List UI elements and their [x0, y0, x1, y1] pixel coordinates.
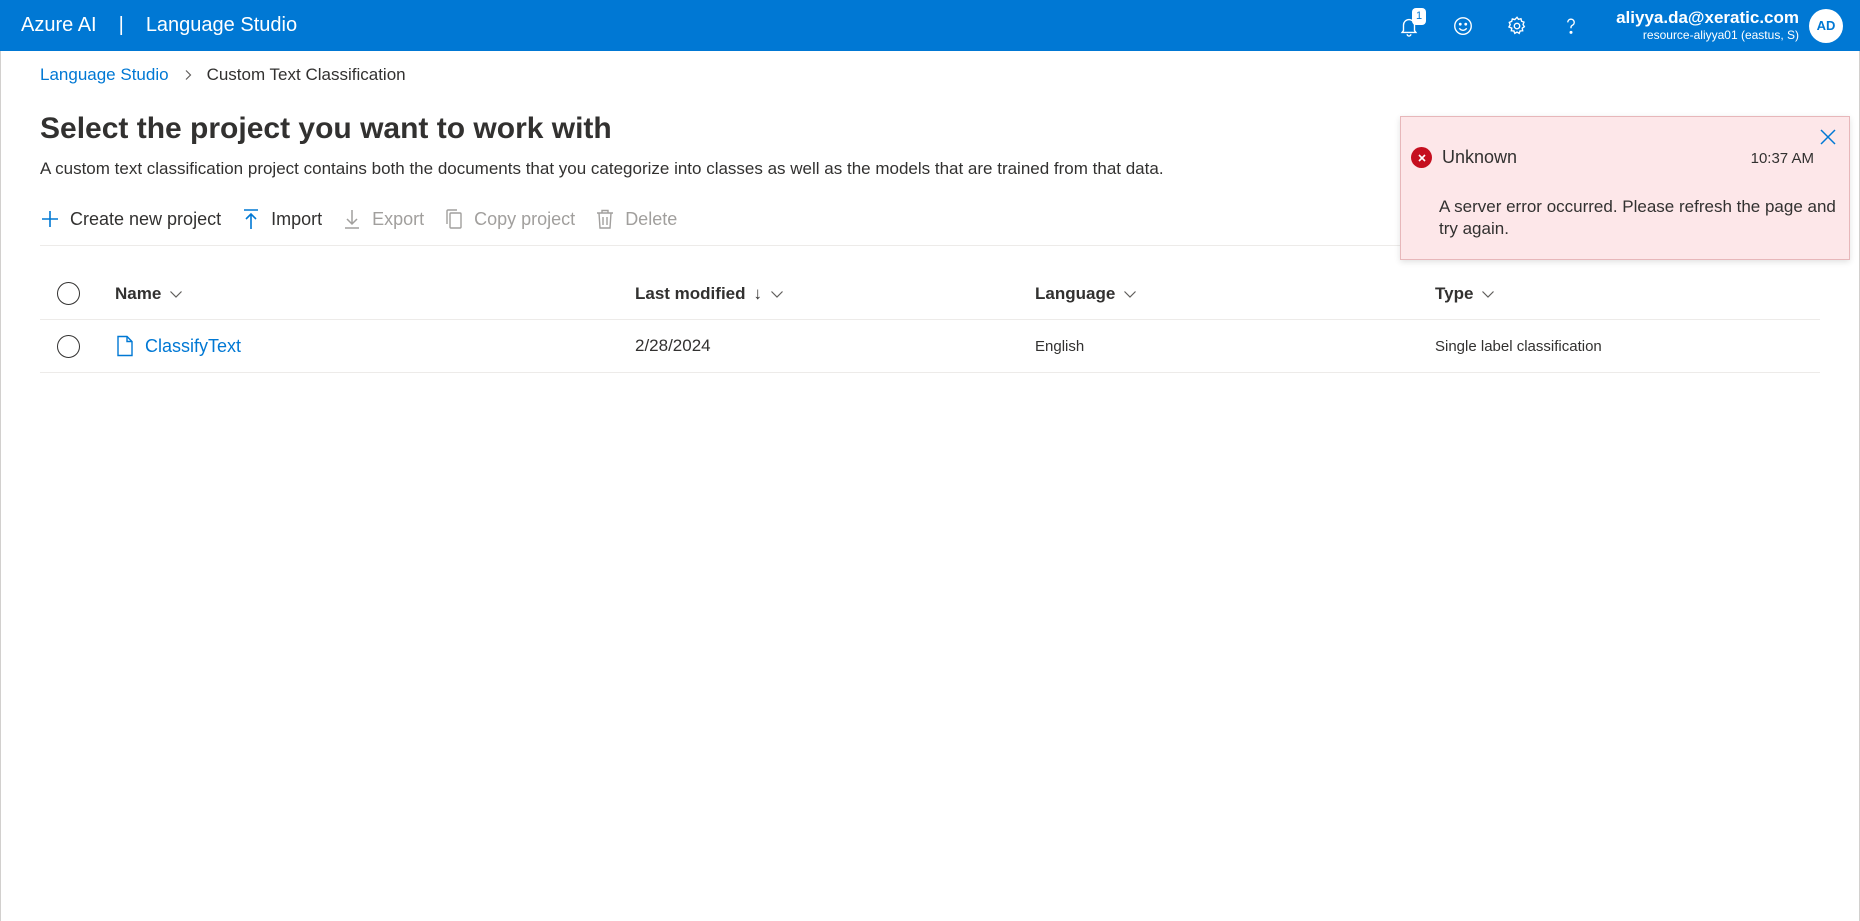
trash-icon [597, 209, 614, 229]
app-name[interactable]: Language Studio [146, 14, 297, 37]
chevron-right-icon [185, 70, 191, 80]
row-last-modified-cell: 2/28/2024 [635, 336, 711, 356]
chevron-down-icon [1124, 290, 1137, 298]
delete-button[interactable]: Delete [595, 202, 677, 236]
account-resource: resource-aliyya01 (eastus, S) [1642, 28, 1799, 42]
column-header-type[interactable]: Type [1435, 284, 1495, 304]
import-label: Import [271, 208, 323, 229]
brand-azure-ai[interactable]: Azure AI [21, 14, 97, 37]
copy-project-label: Copy project [474, 208, 576, 229]
select-all-radio[interactable] [57, 282, 80, 305]
row-last-modified: 2/28/2024 [635, 336, 711, 355]
toast-message: A server error occurred. Please refresh … [1439, 197, 1836, 238]
feedback-button[interactable] [1436, 0, 1490, 51]
toast-title: Unknown [1442, 147, 1518, 167]
account-info[interactable]: aliyya.da@xeratic.com resource-aliyya01 … [1616, 0, 1799, 51]
chevron-down-icon [170, 290, 183, 298]
row-type-cell: Single label classification [1435, 338, 1602, 355]
breadcrumb: Language Studio Custom Text Classificati… [40, 63, 406, 87]
copy-icon [446, 209, 462, 229]
row-select-radio[interactable] [57, 334, 80, 358]
left-border [0, 51, 1, 921]
toast-time: 10:37 AM [1750, 150, 1814, 167]
notifications-button[interactable]: 1 [1382, 0, 1436, 51]
column-language-label: Language [1035, 283, 1116, 303]
import-button[interactable]: Import [241, 202, 322, 236]
copy-project-button[interactable]: Copy project [444, 202, 575, 236]
table-header: Name Last modified ↓ Language Type [40, 268, 1820, 320]
row-name-cell: ClassifyText [115, 335, 241, 357]
column-header-name[interactable]: Name [115, 284, 183, 304]
column-last-modified-label: Last modified [635, 283, 746, 303]
row-type: Single label classification [1435, 337, 1602, 355]
brand: Azure AI | Language Studio [21, 0, 297, 51]
column-header-language[interactable]: Language [1035, 284, 1137, 304]
account-email: aliyya.da@xeratic.com [1616, 8, 1799, 27]
gear-icon [1508, 15, 1526, 34]
row-select-cell [57, 334, 80, 358]
page-description: A custom text classification project con… [40, 159, 1164, 178]
top-bar: Azure AI | Language Studio 1 aliyya.da@x… [0, 0, 1860, 51]
breadcrumb-language-studio[interactable]: Language Studio [40, 65, 169, 85]
notification-badge: 1 [1412, 8, 1427, 25]
close-icon[interactable] [1817, 126, 1839, 148]
error-icon [1411, 147, 1432, 168]
command-bar: Create new project Import Export Copy pr… [40, 202, 697, 236]
toast-header: Unknown [1411, 147, 1517, 168]
help-icon [1567, 18, 1575, 34]
page-title: Select the project you want to work with [40, 112, 612, 145]
row-language: English [1035, 337, 1085, 355]
create-project-label: Create new project [70, 208, 222, 229]
export-label: Export [372, 208, 425, 229]
brand-separator: | [118, 14, 124, 36]
create-project-button[interactable]: Create new project [40, 202, 221, 236]
column-type-label: Type [1435, 283, 1474, 303]
projects-table: Name Last modified ↓ Language Type Class… [40, 268, 1820, 373]
column-header-last-modified[interactable]: Last modified ↓ [635, 284, 784, 304]
select-all-cell [57, 282, 80, 305]
top-bar-actions: 1 aliyya.da@xeratic.com resource-aliyya0… [1382, 0, 1860, 51]
chevron-down-icon [771, 290, 783, 298]
plus-icon [42, 211, 58, 227]
chevron-down-icon [1482, 290, 1495, 298]
project-link[interactable]: ClassifyText [145, 336, 241, 357]
upload-icon [244, 209, 259, 229]
sort-descending-icon: ↓ [753, 283, 763, 303]
help-button[interactable] [1544, 0, 1598, 51]
error-toast: Unknown 10:37 AM A server error occurred… [1400, 116, 1850, 260]
settings-button[interactable] [1490, 0, 1544, 51]
document-icon [117, 335, 133, 357]
table-row[interactable]: ClassifyText 2/28/2024 English Single la… [40, 320, 1820, 373]
row-language-cell: English [1035, 338, 1084, 355]
column-name-label: Name [115, 283, 162, 303]
breadcrumb-current: Custom Text Classification [206, 65, 406, 84]
avatar[interactable]: AD [1809, 8, 1843, 43]
download-icon [345, 210, 360, 229]
smiley-icon [1454, 16, 1473, 35]
export-button[interactable]: Export [342, 202, 424, 236]
delete-label: Delete [625, 208, 678, 229]
